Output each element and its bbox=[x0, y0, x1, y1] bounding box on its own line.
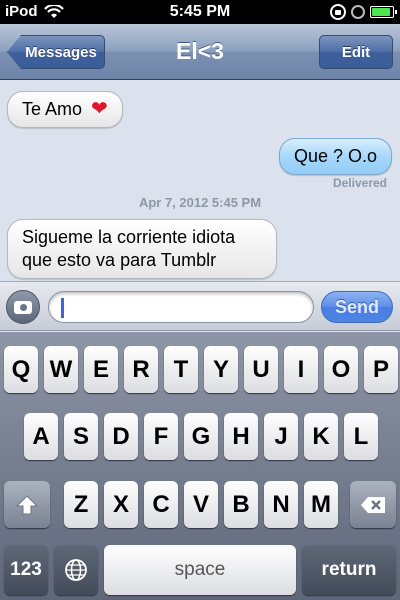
heart-emoji-icon: ❤ bbox=[91, 98, 108, 120]
globe-key[interactable] bbox=[54, 545, 98, 595]
key-p[interactable]: P bbox=[364, 346, 398, 393]
battery-level bbox=[372, 8, 390, 16]
key-y[interactable]: Y bbox=[204, 346, 238, 393]
status-bar: iPod 5:45 PM bbox=[0, 0, 400, 24]
key-a[interactable]: A bbox=[24, 413, 58, 460]
shift-key[interactable] bbox=[4, 481, 50, 528]
camera-icon bbox=[14, 300, 32, 314]
message-text: Te Amo bbox=[22, 99, 83, 119]
key-b[interactable]: B bbox=[224, 481, 258, 528]
key-h[interactable]: H bbox=[224, 413, 258, 460]
navigation-bar: Messages El<3 Edit bbox=[0, 24, 400, 80]
alarm-icon bbox=[351, 5, 365, 19]
key-l[interactable]: L bbox=[344, 413, 378, 460]
camera-button[interactable] bbox=[6, 290, 40, 324]
backspace-icon bbox=[361, 496, 385, 513]
key-m[interactable]: M bbox=[304, 481, 338, 528]
send-button[interactable]: Send bbox=[321, 291, 393, 323]
key-s[interactable]: S bbox=[64, 413, 98, 460]
delivered-status: Delivered bbox=[332, 176, 387, 190]
key-t[interactable]: T bbox=[164, 346, 198, 393]
key-q[interactable]: Q bbox=[4, 346, 38, 393]
key-e[interactable]: E bbox=[84, 346, 118, 393]
message-composer: Send bbox=[0, 281, 400, 331]
return-key[interactable]: return bbox=[302, 545, 396, 595]
key-k[interactable]: K bbox=[304, 413, 338, 460]
shift-arrow-icon bbox=[16, 494, 38, 514]
conversation-thread[interactable]: Te Amo ❤ Que ? O.o Delivered Apr 7, 2012… bbox=[0, 81, 400, 281]
key-i[interactable]: I bbox=[284, 346, 318, 393]
key-f[interactable]: F bbox=[144, 413, 178, 460]
key-o[interactable]: O bbox=[324, 346, 358, 393]
message-bubble-incoming[interactable]: Sigueme la corriente idiota que esto va … bbox=[7, 219, 277, 279]
message-input[interactable] bbox=[48, 291, 314, 323]
message-text: Que ? O.o bbox=[293, 146, 377, 166]
message-timestamp: Apr 7, 2012 5:45 PM bbox=[138, 195, 262, 210]
edit-button[interactable]: Edit bbox=[319, 35, 393, 69]
status-right bbox=[330, 4, 397, 20]
key-c[interactable]: C bbox=[144, 481, 178, 528]
key-v[interactable]: V bbox=[184, 481, 218, 528]
message-bubble-incoming[interactable]: Te Amo ❤ bbox=[7, 91, 123, 128]
text-cursor bbox=[61, 298, 64, 318]
battery-icon bbox=[370, 6, 397, 18]
rotation-lock-icon bbox=[330, 4, 346, 20]
key-x[interactable]: X bbox=[104, 481, 138, 528]
delete-key[interactable] bbox=[350, 481, 396, 528]
key-w[interactable]: W bbox=[44, 346, 78, 393]
message-text: Sigueme la corriente idiota que esto va … bbox=[22, 227, 236, 270]
key-r[interactable]: R bbox=[124, 346, 158, 393]
key-d[interactable]: D bbox=[104, 413, 138, 460]
key-g[interactable]: G bbox=[184, 413, 218, 460]
space-key[interactable]: space bbox=[104, 545, 296, 595]
numbers-key[interactable]: 123 bbox=[4, 545, 48, 595]
keyboard: QWERTYUIOP ASDFGHJKL ZXCVBNM 123 space r… bbox=[0, 332, 400, 600]
globe-icon bbox=[65, 559, 87, 581]
message-bubble-outgoing[interactable]: Que ? O.o bbox=[278, 138, 392, 175]
key-j[interactable]: J bbox=[264, 413, 298, 460]
key-u[interactable]: U bbox=[244, 346, 278, 393]
key-z[interactable]: Z bbox=[64, 481, 98, 528]
key-n[interactable]: N bbox=[264, 481, 298, 528]
